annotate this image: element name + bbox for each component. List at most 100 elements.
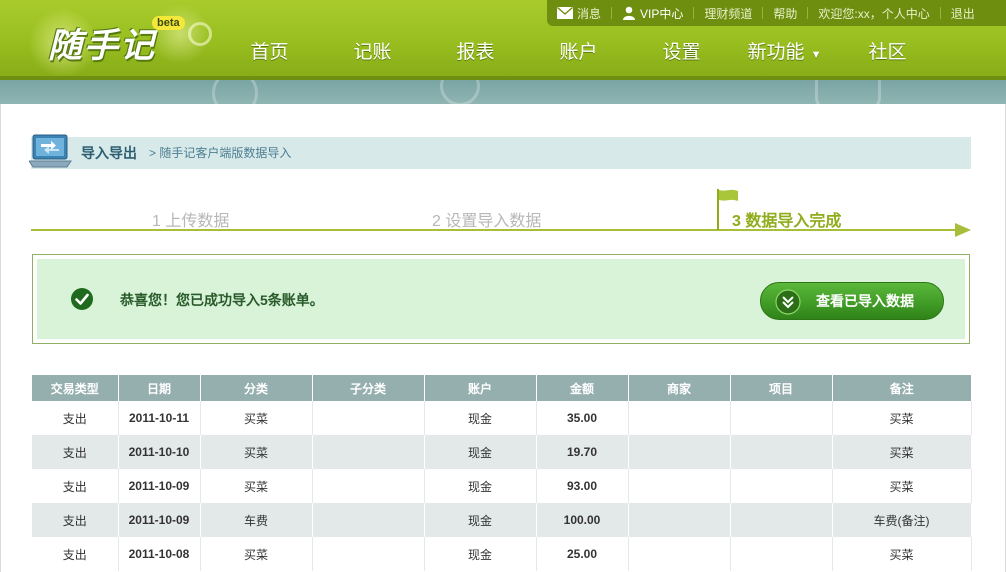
cell-note: 车费(备注) xyxy=(832,503,972,537)
welcome-label: 欢迎您:xx，个人中心 xyxy=(818,6,930,21)
cell-merchant xyxy=(628,435,731,469)
cell-date: 2011-10-10 xyxy=(118,435,201,469)
cell-category: 买菜 xyxy=(200,401,313,435)
table-row: 支出 2011-10-09 买菜 现金 93.00 买菜 xyxy=(32,469,972,503)
view-imported-data-label: 查看已导入数据 xyxy=(816,293,914,309)
nav-community[interactable]: 社区 xyxy=(836,38,939,68)
double-chevron-down-icon xyxy=(775,289,801,315)
imported-count: 5 xyxy=(260,292,268,308)
cell-project xyxy=(730,401,833,435)
cell-category: 买菜 xyxy=(200,537,313,571)
column-header-account: 账户 xyxy=(424,375,537,401)
cell-note: 买菜 xyxy=(832,469,972,503)
success-suffix: 条账单。 xyxy=(267,292,324,308)
cell-date: 2011-10-11 xyxy=(118,401,201,435)
cell-amount: 100.00 xyxy=(536,503,629,537)
envelope-icon xyxy=(557,7,573,19)
table-row: 支出 2011-10-08 买菜 现金 25.00 买菜 xyxy=(32,537,972,571)
help-label: 帮助 xyxy=(773,6,798,21)
cell-category: 买菜 xyxy=(200,435,313,469)
column-header-subcategory: 子分类 xyxy=(312,375,425,401)
cell-subcategory xyxy=(312,401,425,435)
breadcrumb-current: > 随手记客户端版数据导入 xyxy=(149,146,292,160)
cell-amount: 25.00 xyxy=(536,537,629,571)
vip-link[interactable]: VIP中心 xyxy=(612,5,693,22)
finance-link[interactable]: 理财频道 xyxy=(694,5,762,22)
cell-merchant xyxy=(628,503,731,537)
column-header-amount: 金额 xyxy=(536,375,629,401)
step-configure: 2 设置导入数据 xyxy=(432,213,542,230)
success-message: 恭喜您！您已成功导入5条账单。 xyxy=(120,259,324,341)
app-header: 随手记 beta 消息 VIP中心 理财频道 帮助 欢迎您:xx，个人中心 退出… xyxy=(0,0,1006,80)
nav-settings[interactable]: 设置 xyxy=(630,38,733,68)
decor-ring xyxy=(815,80,881,104)
column-header-type: 交易类型 xyxy=(32,375,119,401)
view-imported-data-button[interactable]: 查看已导入数据 xyxy=(760,282,944,320)
nav-bookkeeping[interactable]: 记账 xyxy=(321,38,424,68)
cell-merchant xyxy=(628,401,731,435)
cell-amount: 19.70 xyxy=(536,435,629,469)
cell-subcategory xyxy=(312,469,425,503)
cell-project xyxy=(730,503,833,537)
column-header-date: 日期 xyxy=(118,375,201,401)
cell-date: 2011-10-09 xyxy=(118,503,201,537)
import-export-icon xyxy=(29,134,72,168)
table-row: 支出 2011-10-09 车费 现金 100.00 车费(备注) xyxy=(32,503,972,537)
success-panel: 恭喜您！您已成功导入5条账单。 查看已导入数据 xyxy=(32,254,970,344)
breadcrumb: 导入导出 > 随手记客户端版数据导入 xyxy=(29,134,971,169)
success-prefix: 恭喜您！您已成功导入 xyxy=(120,292,260,308)
step-complete: 3 数据导入完成 xyxy=(732,213,842,230)
page-title: 导入导出 xyxy=(81,145,137,161)
logout-link[interactable]: 退出 xyxy=(941,5,985,22)
cell-account: 现金 xyxy=(424,469,537,503)
logo[interactable]: 随手记 xyxy=(48,18,156,67)
cell-account: 现金 xyxy=(424,401,537,435)
cell-account: 现金 xyxy=(424,503,537,537)
beta-badge: beta xyxy=(152,16,185,30)
top-utility-bar: 消息 VIP中心 理财频道 帮助 欢迎您:xx，个人中心 退出 xyxy=(547,0,1006,26)
cell-type: 支出 xyxy=(32,435,119,469)
imported-transactions-table: 交易类型 日期 分类 子分类 账户 金额 商家 项目 备注 支出 2011-10-11 买菜 现金 35… xyxy=(32,375,972,571)
cell-account: 现金 xyxy=(424,537,537,571)
messages-label: 消息 xyxy=(577,6,602,21)
help-link[interactable]: 帮助 xyxy=(763,5,807,22)
finance-label: 理财频道 xyxy=(704,6,753,21)
messages-link[interactable]: 消息 xyxy=(547,5,611,22)
column-header-note: 备注 xyxy=(832,375,971,401)
nav-reports[interactable]: 报表 xyxy=(424,38,527,68)
arrow-right-icon xyxy=(955,223,971,237)
nav-new-features-label: 新功能 xyxy=(747,42,805,63)
decor-ring xyxy=(212,80,258,104)
cell-category: 买菜 xyxy=(200,469,313,503)
cell-type: 支出 xyxy=(32,503,119,537)
welcome-user-link[interactable]: 欢迎您:xx，个人中心 xyxy=(808,5,939,22)
cell-note: 买菜 xyxy=(832,537,972,571)
main-nav: 首页 记账 报表 账户 设置 新功能 ▼ 社区 xyxy=(218,38,939,68)
column-header-category: 分类 xyxy=(200,375,313,401)
cell-project xyxy=(730,469,833,503)
caret-down-icon: ▼ xyxy=(810,49,822,61)
nav-new-features[interactable]: 新功能 ▼ xyxy=(733,38,836,68)
user-icon xyxy=(623,6,636,20)
cell-amount: 35.00 xyxy=(536,401,629,435)
nav-home[interactable]: 首页 xyxy=(218,38,321,68)
cell-project xyxy=(730,537,833,571)
cell-date: 2011-10-08 xyxy=(118,537,201,571)
cell-note: 买菜 xyxy=(832,435,972,469)
decor-ring xyxy=(440,80,480,104)
step-upload: 1 上传数据 xyxy=(152,213,230,230)
cell-type: 支出 xyxy=(32,401,119,435)
cell-subcategory xyxy=(312,435,425,469)
cell-type: 支出 xyxy=(32,469,119,503)
cell-merchant xyxy=(628,537,731,571)
vip-label: VIP中心 xyxy=(640,6,684,21)
cell-account: 现金 xyxy=(424,435,537,469)
progress-steps: 1 上传数据 2 设置导入数据 3 数据导入完成 xyxy=(31,188,971,238)
nav-accounts[interactable]: 账户 xyxy=(527,38,630,68)
table-header-row: 交易类型 日期 分类 子分类 账户 金额 商家 项目 备注 xyxy=(32,375,971,401)
cell-note: 买菜 xyxy=(832,401,972,435)
column-header-project: 项目 xyxy=(730,375,833,401)
cell-project xyxy=(730,435,833,469)
cell-amount: 93.00 xyxy=(536,469,629,503)
logout-label: 退出 xyxy=(950,6,975,21)
